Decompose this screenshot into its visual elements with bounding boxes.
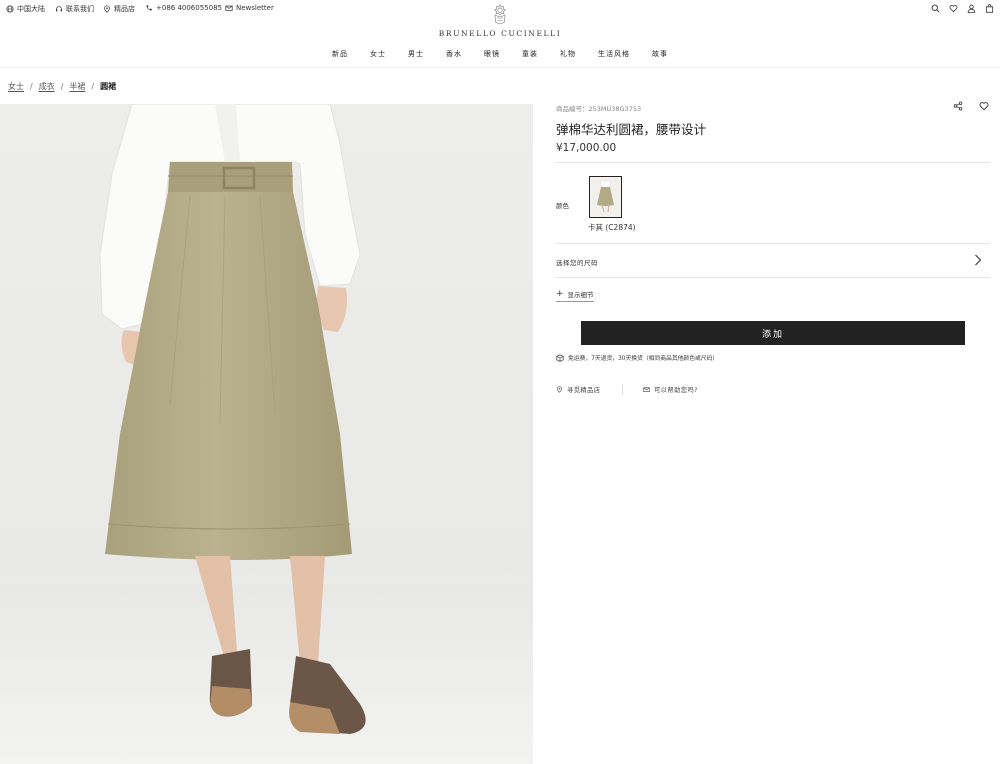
search-icon[interactable]: [931, 4, 940, 13]
show-details-toggle[interactable]: + 显示细节: [556, 289, 594, 302]
find-store-label: 寻觅精品店: [567, 387, 601, 394]
shipping-text: 免运费，7天退货，30天换货（相同商品其他颜色或尺码）: [568, 356, 719, 362]
mail-icon: [643, 387, 650, 392]
nav-item-lifestyle[interactable]: 生活风格: [587, 49, 641, 59]
details-label: 显示细节: [567, 291, 594, 299]
product-title: 弹棉华达利圆裙，腰带设计: [556, 122, 707, 137]
stores-label: 精品店: [114, 5, 135, 13]
add-to-bag-button[interactable]: 添加: [581, 321, 965, 345]
breadcrumb: 女士 / 成衣 / 半裙 / 圆裙: [8, 81, 116, 92]
phone-link[interactable]: +086 4006055085: [145, 4, 222, 12]
find-store-link[interactable]: 寻觅精品店: [556, 385, 600, 394]
breadcrumb-current: 圆裙: [100, 82, 117, 91]
shipping-box-icon: [556, 353, 564, 362]
product-image[interactable]: [0, 104, 533, 764]
divider: [556, 277, 990, 278]
nav-divider: [0, 67, 1000, 68]
color-name: 卡其 (C2874): [588, 223, 636, 232]
globe-icon: [6, 5, 14, 13]
breadcrumb-separator: /: [60, 82, 64, 91]
nav-item-gifts[interactable]: 礼物: [549, 49, 587, 59]
region-selector[interactable]: 中国大陆: [6, 4, 45, 14]
help-label: 可以帮助您吗?: [654, 387, 698, 394]
bag-icon[interactable]: [985, 4, 994, 13]
phone-icon: [146, 5, 152, 11]
nav-item-stories[interactable]: 故事: [641, 49, 679, 59]
region-label: 中国大陆: [17, 5, 45, 13]
chevron-right-icon: [974, 254, 982, 266]
user-icon[interactable]: [967, 4, 976, 13]
plus-icon: +: [556, 288, 564, 299]
size-label: 选择您的尺码: [556, 259, 598, 267]
newsletter-label: Newsletter: [236, 4, 274, 12]
shipping-info: 免运费，7天退货，30天换货（相同商品其他颜色或尺码）: [556, 353, 718, 362]
brand-emblem-icon: [494, 4, 506, 24]
divider: [556, 162, 990, 163]
heart-icon[interactable]: [979, 101, 989, 111]
brand-logo[interactable]: BRUNELLO CUCINELLI: [430, 4, 570, 38]
breadcrumb-separator: /: [91, 82, 95, 91]
contact-label: 联系我们: [66, 5, 94, 13]
link-divider: [622, 384, 623, 395]
breadcrumb-women[interactable]: 女士: [8, 81, 24, 92]
product-photo-illustration: [0, 104, 533, 764]
wishlist-heart-icon[interactable]: [949, 4, 958, 13]
phone-label: +086 4006055085: [156, 4, 222, 12]
nav-item-fragrance[interactable]: 香水: [435, 49, 473, 59]
nav-item-men[interactable]: 男士: [397, 49, 435, 59]
breadcrumb-separator: /: [30, 82, 33, 91]
nav-item-women[interactable]: 女士: [359, 49, 397, 59]
header-actions: [931, 4, 994, 13]
mail-icon: [225, 5, 233, 11]
color-swatch-khaki[interactable]: [589, 176, 622, 218]
nav-item-new[interactable]: 新品: [321, 49, 359, 59]
brand-name: BRUNELLO CUCINELLI: [438, 29, 562, 38]
swatch-thumbnail: [592, 179, 619, 215]
product-price: ¥17,000.00: [556, 142, 617, 154]
color-label: 颜色: [556, 202, 569, 210]
stores-link[interactable]: 精品店: [103, 4, 135, 14]
contact-link[interactable]: 联系我们: [55, 4, 94, 14]
newsletter-link[interactable]: Newsletter: [225, 4, 274, 12]
breadcrumb-skirts[interactable]: 半裙: [69, 81, 85, 92]
headset-icon: [56, 6, 62, 12]
help-links: 寻觅精品店 可以帮助您吗?: [556, 384, 990, 397]
nav-item-eyewear[interactable]: 眼镜: [473, 49, 511, 59]
size-selector[interactable]: 选择您的尺码: [556, 244, 990, 278]
help-link[interactable]: 可以帮助您吗?: [643, 385, 698, 394]
main-navigation: 新品 女士 男士 香水 眼镜 童装 礼物 生活风格 故事: [0, 49, 1000, 59]
product-sku: 商品编号：253MU38G3753: [556, 105, 642, 113]
pin-icon: [104, 5, 110, 13]
share-icon[interactable]: [953, 101, 963, 111]
breadcrumb-ready-to-wear[interactable]: 成衣: [39, 81, 55, 92]
nav-item-kids[interactable]: 童装: [511, 49, 549, 59]
pin-icon: [557, 386, 562, 393]
